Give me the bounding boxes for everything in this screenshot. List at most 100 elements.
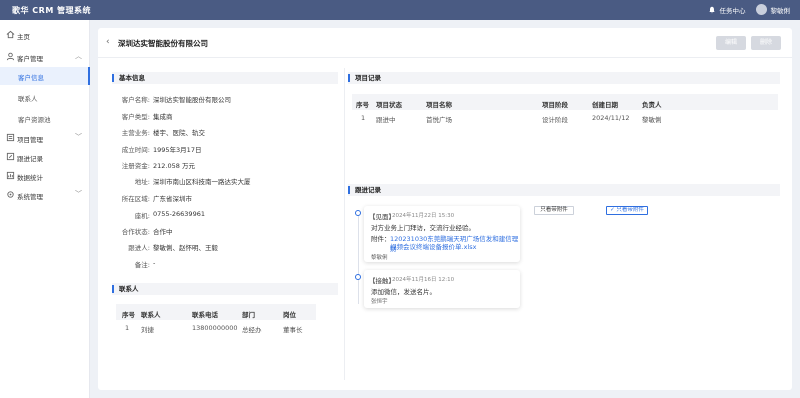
home-icon: [6, 30, 15, 39]
info-row: 所在区域: 广东省深圳市: [98, 193, 328, 205]
table-cell: 13800000000: [192, 324, 238, 332]
sidebar-item-label: 项目管理: [17, 136, 43, 144]
projects-header: [348, 72, 780, 84]
info-row: 地址: 深圳市南山区科技南一路达实大厦: [98, 176, 328, 188]
column-header: 项目状态: [376, 101, 402, 109]
app-title: 歌华 CRM 管理系统: [12, 6, 92, 15]
followup-person: 黎敏俐: [371, 255, 388, 261]
contacts-header: [112, 283, 338, 295]
followup-time: 2024年11月16日 12:10: [392, 277, 455, 283]
table-cell: 跟进中: [376, 116, 396, 124]
sidebar-item-statistics[interactable]: 数据统计: [0, 167, 90, 185]
back-icon[interactable]: ‹: [106, 37, 110, 47]
info-value: 合作中: [153, 228, 173, 236]
info-row: 客户类型: 集成商: [98, 111, 328, 123]
sidebar-item-project-mgmt[interactable]: 项目管理 ﹀: [0, 129, 90, 147]
info-row: 备注: -: [98, 259, 328, 271]
table-row[interactable]: 1 跟进中 首悦广场 设计阶段 2024/11/12 黎敏俐: [352, 112, 778, 126]
followup-content: 添加微信，发送名片。: [371, 288, 436, 296]
info-label: 跟进人:: [128, 244, 150, 252]
projects-title: 项目记录: [348, 74, 381, 82]
followup-card[interactable]: 【见面】 2024年11月22日 15:30 对方业务上门拜访，交流行业经验。 …: [364, 206, 520, 262]
chevron-up-icon: ︿: [75, 52, 82, 60]
info-label: 座机:: [134, 212, 150, 220]
task-center-link[interactable]: 任务中心: [708, 5, 746, 15]
attachment-label: 附件：: [371, 235, 391, 243]
followups-title: 跟进记录: [348, 186, 381, 194]
info-value: 黎敏俐、赵怀明、王毅: [153, 244, 218, 252]
filter-attachments-active-button[interactable]: ✓ 只看带附件: [606, 206, 648, 215]
info-row: 客户名称: 深圳达实智能股份有限公司: [98, 94, 328, 106]
contacts-title: 联系人: [112, 285, 139, 293]
avatar: [755, 4, 767, 15]
info-label: 合作状态:: [121, 228, 150, 236]
delete-button[interactable]: 删除: [751, 36, 781, 50]
info-value: 深圳市南山区科技南一路达实大厦: [153, 178, 251, 186]
info-label: 客户名称:: [121, 96, 150, 104]
followups-header: [348, 184, 780, 196]
sidebar-item-customer-pool[interactable]: 客户资源池: [0, 109, 90, 127]
table-cell: 总经办: [242, 326, 262, 334]
top-bar: 歌华 CRM 管理系统 任务中心 黎敏俐: [0, 0, 800, 20]
filter-attachments-button[interactable]: 只看带附件: [534, 206, 574, 215]
sidebar-item-label: 主页: [17, 33, 30, 41]
info-value: 深圳达实智能股份有限公司: [153, 96, 231, 104]
table-cell: 董事长: [283, 326, 303, 334]
table-row[interactable]: 1 刘捷 13800000000 总经办 董事长: [116, 322, 316, 336]
chart-icon: [6, 171, 15, 180]
column-header: 序号: [356, 101, 369, 109]
info-value: 1995年3月17日: [153, 146, 202, 154]
attachment-link-line2[interactable]: 视频会议终端设备报价单.xlsx: [390, 241, 476, 251]
column-header: 创建日期: [592, 101, 618, 109]
info-label: 成立时间:: [121, 146, 150, 154]
column-header: 联系人: [141, 311, 161, 319]
sidebar-item-contacts[interactable]: 联系人: [0, 88, 90, 106]
contacts-table-head: 序号 联系人 联系电话 部门 岗位: [116, 304, 316, 320]
info-value: 集成商: [153, 113, 173, 121]
sidebar-item-customer-mgmt[interactable]: 客户管理 ︿: [0, 48, 90, 66]
bell-icon: [708, 6, 715, 13]
column-header: 项目阶段: [542, 101, 568, 109]
info-row: 成立时间: 1995年3月17日: [98, 144, 328, 156]
followup-person: 张恒宇: [371, 299, 388, 305]
column-header: 部门: [242, 311, 255, 319]
user-menu[interactable]: 黎敏俐: [755, 4, 790, 15]
info-row: 座机: 0755-26639961: [98, 210, 328, 222]
main-panel: ‹ 深圳达实智能股份有限公司 编辑 删除 基本信息 客户名称: 深圳达实智能股份有…: [98, 28, 792, 390]
table-cell: 刘捷: [141, 326, 154, 334]
info-label: 注册资金:: [121, 162, 150, 170]
sidebar-item-label: 客户资源池: [18, 116, 51, 124]
chevron-down-icon: ﹀: [75, 190, 82, 198]
table-cell: 首悦广场: [426, 116, 452, 124]
followup-card[interactable]: 【接触】 2024年11月16日 12:10 添加微信，发送名片。 张恒宇: [364, 270, 520, 308]
column-header: 项目名称: [426, 101, 452, 109]
info-label: 主营业务:: [121, 129, 150, 137]
info-label: 客户类型:: [121, 113, 150, 121]
edit-button[interactable]: 编辑: [716, 36, 746, 50]
table-cell: 设计阶段: [542, 116, 568, 124]
timeline-dot: [355, 274, 361, 280]
column-header: 联系电话: [192, 311, 218, 319]
info-value: 0755-26639961: [153, 210, 205, 218]
info-row: 跟进人: 黎敏俐、赵怀明、王毅: [98, 242, 328, 254]
sidebar: 主页 客户管理 ︿ 客户信息 联系人 客户资源池 项目管理 ﹀ 跟进记录 数据统…: [0, 20, 90, 398]
sidebar-item-label: 客户管理: [17, 55, 43, 63]
sidebar-item-home[interactable]: 主页: [0, 26, 90, 44]
sidebar-item-system-mgmt[interactable]: 系统管理 ﹀: [0, 186, 90, 204]
info-value: 212.058 万元: [153, 162, 195, 170]
sidebar-item-label: 客户信息: [18, 74, 44, 82]
info-label: 所在区域:: [121, 195, 150, 203]
gear-icon: [7, 191, 14, 198]
sidebar-item-label: 系统管理: [17, 193, 43, 201]
info-value: 楼宇、医院、轨交: [153, 129, 205, 137]
sidebar-item-followups[interactable]: 跟进记录: [0, 148, 90, 166]
column-divider: [344, 68, 345, 380]
sidebar-item-customer-info[interactable]: 客户信息: [0, 67, 90, 85]
info-row: 注册资金: 212.058 万元: [98, 160, 328, 172]
page-title: 深圳达实智能股份有限公司: [118, 39, 208, 48]
table-cell: 1: [125, 324, 130, 332]
timeline-line: [358, 214, 359, 304]
sidebar-item-label: 联系人: [18, 95, 38, 103]
info-label: 备注:: [134, 261, 150, 269]
user-icon: [6, 52, 15, 61]
